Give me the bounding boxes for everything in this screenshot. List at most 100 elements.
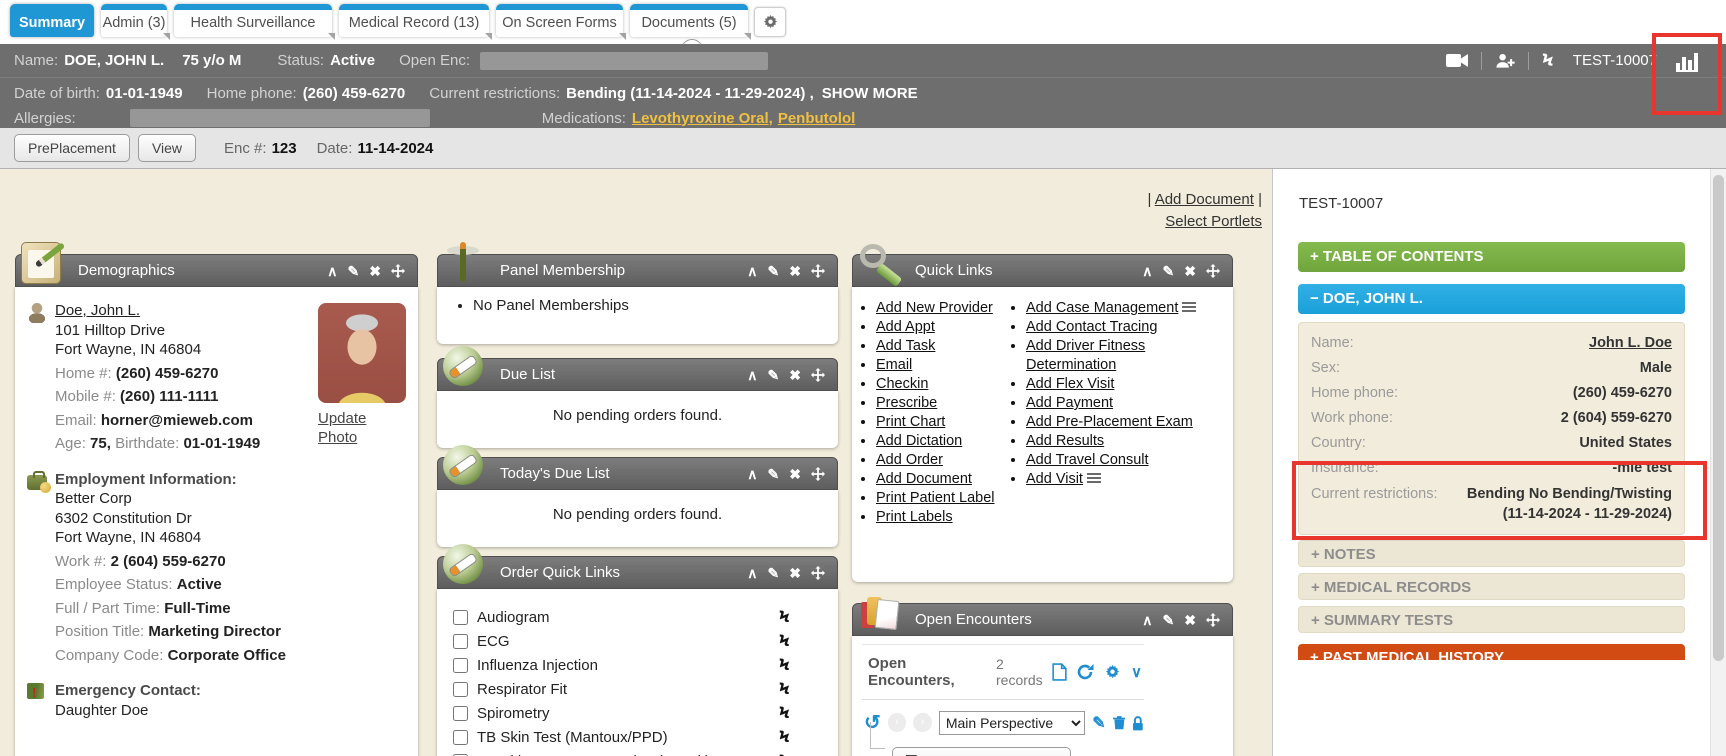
collapse-icon[interactable]: ∧: [1142, 264, 1152, 278]
quick-link[interactable]: Prescribe: [876, 395, 937, 411]
lightning-icon[interactable]: Ϟ: [779, 727, 790, 746]
lightning-icon[interactable]: Ϟ: [779, 751, 790, 756]
portlet-todays-due-list-header[interactable]: Today's Due List ∧ ✎ ✖: [437, 457, 838, 490]
section-notes[interactable]: + NOTES: [1298, 540, 1685, 567]
patient-section-header[interactable]: − DOE, JOHN L.: [1298, 284, 1685, 314]
section-past-medical-history[interactable]: + PAST MEDICAL HISTORY: [1298, 644, 1685, 660]
edit-icon[interactable]: ✎: [768, 566, 780, 580]
collapse-icon[interactable]: ∧: [747, 368, 757, 382]
quick-link[interactable]: Add Task: [876, 338, 935, 354]
quick-link[interactable]: Add Contact Tracing: [1026, 319, 1157, 335]
video-camera-icon[interactable]: [1446, 54, 1468, 67]
trash-icon[interactable]: [1113, 715, 1126, 730]
store-displayed-data-button[interactable]: Store Displayed Data: [892, 747, 1071, 756]
order-checkbox-tb-skin-test[interactable]: [453, 730, 468, 745]
quick-link[interactable]: Add Case Management: [1026, 300, 1178, 316]
lightning-icon[interactable]: Ϟ: [779, 655, 790, 674]
chevron-down-icon[interactable]: ∨: [1131, 663, 1142, 681]
edit-icon[interactable]: ✎: [348, 264, 360, 278]
lightning-icon[interactable]: Ϟ: [779, 703, 790, 722]
edit-icon[interactable]: ✎: [768, 368, 780, 382]
quick-link[interactable]: Email: [876, 357, 912, 373]
move-icon[interactable]: [1206, 613, 1220, 627]
patient-name-link[interactable]: Doe, John L.: [55, 302, 140, 319]
portlet-quick-links-header[interactable]: Quick Links ∧ ✎ ✖: [852, 254, 1233, 287]
collapse-icon[interactable]: ∧: [747, 264, 757, 278]
portlet-open-encounters-header[interactable]: Open Encounters ∧ ✎ ✖: [852, 603, 1233, 636]
portlet-panel-membership-header[interactable]: Panel Membership ∧ ✎ ✖: [437, 254, 838, 287]
collapse-icon[interactable]: ∧: [747, 467, 757, 481]
quick-link[interactable]: Add Order: [876, 452, 943, 468]
quick-link[interactable]: Add Travel Consult: [1026, 452, 1149, 468]
tab-summary[interactable]: Summary: [10, 4, 94, 37]
move-icon[interactable]: [811, 264, 825, 278]
view-button[interactable]: View: [138, 134, 196, 162]
lightning-icon[interactable]: Ϟ: [779, 607, 790, 626]
order-checkbox-spirometry[interactable]: [453, 706, 468, 721]
table-of-contents-section[interactable]: + TABLE OF CONTENTS: [1298, 242, 1685, 272]
quick-link[interactable]: Print Labels: [876, 509, 953, 525]
close-icon[interactable]: ✖: [789, 264, 801, 278]
flowsheet-chart-icon[interactable]: [1676, 50, 1698, 72]
tab-on-screen-forms[interactable]: On Screen Forms: [496, 4, 623, 37]
new-document-icon[interactable]: [1052, 663, 1067, 681]
quick-link[interactable]: Add Visit: [1026, 471, 1083, 487]
move-icon[interactable]: [811, 368, 825, 382]
quick-link[interactable]: Checkin: [876, 376, 928, 392]
medication-link[interactable]: Penbutolol: [778, 110, 856, 127]
move-icon[interactable]: [391, 264, 405, 278]
edit-icon[interactable]: ✎: [768, 264, 780, 278]
close-icon[interactable]: ✖: [789, 368, 801, 382]
edit-icon[interactable]: ✎: [768, 467, 780, 481]
select-portlets-link[interactable]: Select Portlets: [1165, 213, 1262, 230]
list-icon[interactable]: [1182, 302, 1196, 313]
preplacement-button[interactable]: PrePlacement: [14, 134, 130, 162]
edit-icon[interactable]: ✎: [1163, 264, 1175, 278]
order-checkbox-respirator-fit[interactable]: [453, 682, 468, 697]
perspective-select[interactable]: Main Perspective: [939, 711, 1085, 735]
add-document-link[interactable]: Add Document: [1155, 191, 1254, 208]
next-icon[interactable]: ›: [913, 713, 932, 732]
lightning-icon[interactable]: Ϟ: [779, 631, 790, 650]
collapse-icon[interactable]: ∧: [327, 264, 337, 278]
order-checkbox-audiogram[interactable]: [453, 610, 468, 625]
patient-name-link[interactable]: John L. Doe: [1589, 335, 1672, 351]
close-icon[interactable]: ✖: [1184, 613, 1196, 627]
edit-icon[interactable]: ✎: [1163, 613, 1175, 627]
portlet-order-quick-links-header[interactable]: Order Quick Links ∧ ✎ ✖: [437, 556, 838, 589]
move-icon[interactable]: [811, 566, 825, 580]
refresh-icon[interactable]: [1077, 664, 1094, 680]
move-icon[interactable]: [1206, 264, 1220, 278]
close-icon[interactable]: ✖: [789, 566, 801, 580]
gear-icon[interactable]: [1104, 664, 1121, 681]
portlet-due-list-header[interactable]: Due List ∧ ✎ ✖: [437, 358, 838, 391]
section-medical-records[interactable]: + MEDICAL RECORDS: [1298, 573, 1685, 600]
quick-link[interactable]: Add Document: [876, 471, 972, 487]
medication-link[interactable]: Levothyroxine Oral: [632, 110, 769, 127]
close-icon[interactable]: ✖: [369, 264, 381, 278]
collapse-icon[interactable]: ∧: [747, 566, 757, 580]
quick-link[interactable]: Add Dictation: [876, 433, 962, 449]
quick-link[interactable]: Add New Provider: [876, 300, 993, 316]
add-user-icon[interactable]: [1495, 53, 1515, 69]
show-more-link[interactable]: SHOW MORE: [822, 85, 918, 102]
quick-link[interactable]: Add Pre-Placement Exam: [1026, 414, 1193, 430]
settings-button[interactable]: [754, 7, 786, 37]
quick-link[interactable]: Print Patient Label: [876, 490, 995, 506]
lightning-icon[interactable]: Ϟ: [1542, 51, 1554, 71]
scrollbar-thumb[interactable]: [1713, 175, 1724, 661]
portlet-demographics-header[interactable]: Demographics ∧ ✎ ✖: [15, 254, 418, 287]
prev-icon[interactable]: ‹: [888, 713, 907, 732]
close-icon[interactable]: ✖: [789, 467, 801, 481]
quick-link[interactable]: Add Flex Visit: [1026, 376, 1114, 392]
tab-admin[interactable]: Admin (3): [101, 4, 167, 37]
lightning-icon[interactable]: Ϟ: [779, 679, 790, 698]
tab-documents[interactable]: Documents (5)↗: [630, 4, 748, 37]
order-checkbox-influenza[interactable]: [453, 658, 468, 673]
close-icon[interactable]: ✖: [1184, 264, 1196, 278]
quick-link[interactable]: Add Driver Fitness Determination: [1026, 338, 1145, 373]
tab-medical-record[interactable]: Medical Record (13): [339, 4, 489, 37]
list-icon[interactable]: [1087, 473, 1101, 484]
order-checkbox-ecg[interactable]: [453, 634, 468, 649]
quick-link[interactable]: Add Payment: [1026, 395, 1113, 411]
